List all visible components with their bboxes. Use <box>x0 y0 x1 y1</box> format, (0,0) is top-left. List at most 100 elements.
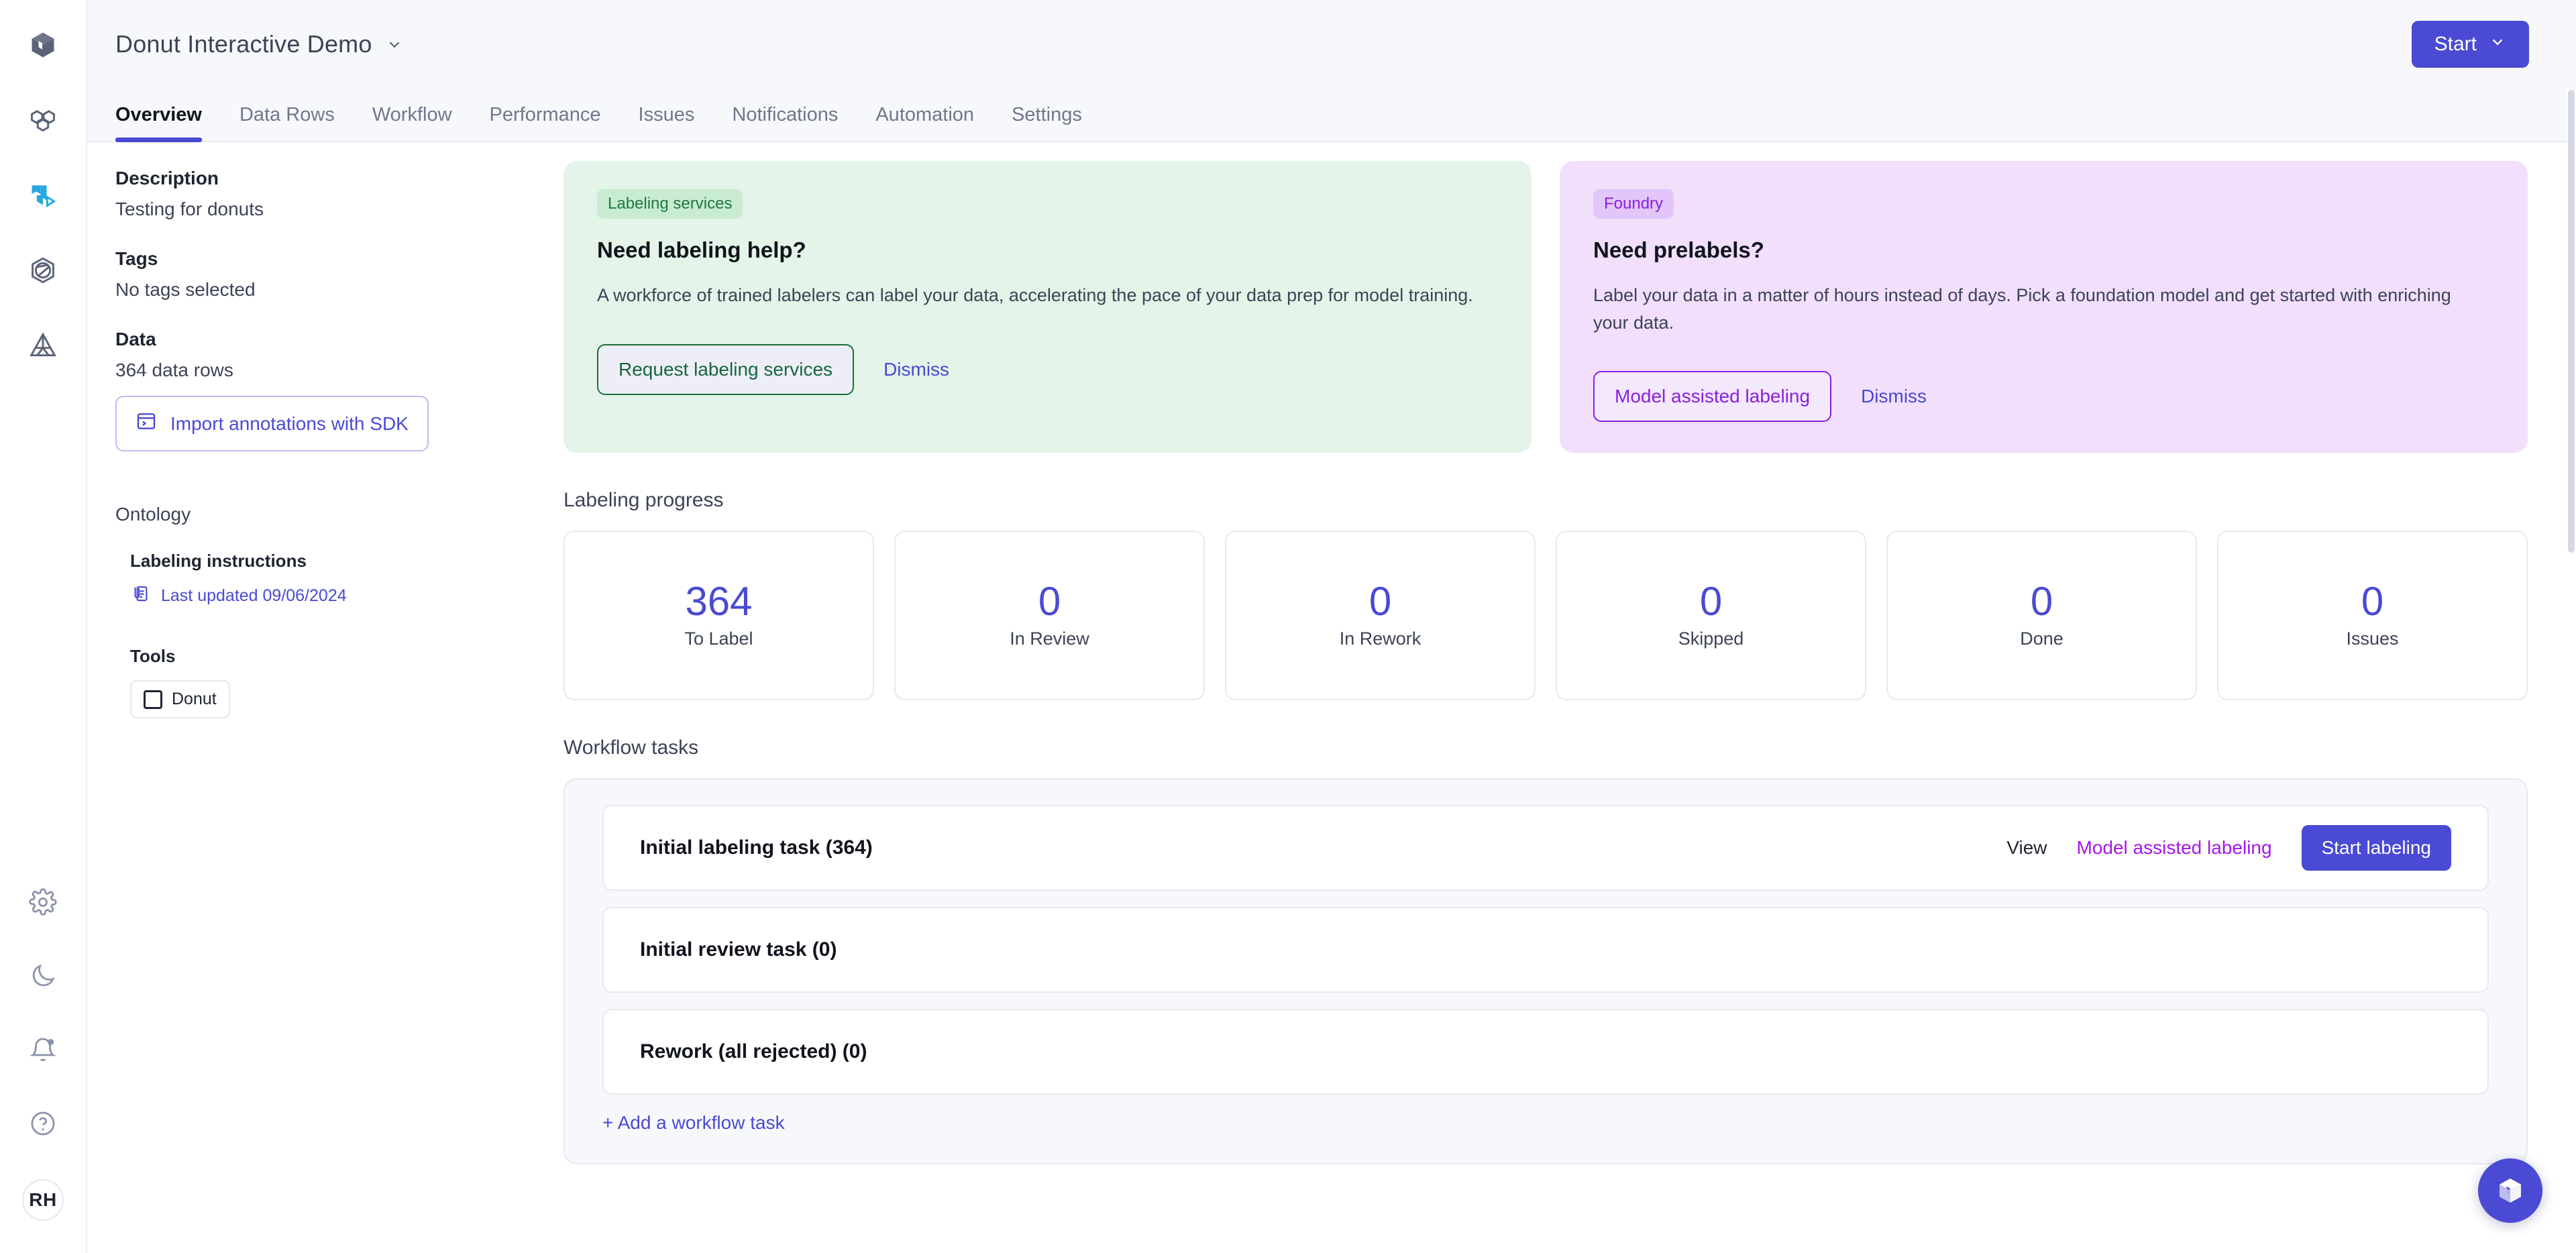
tools-label: Tools <box>130 646 176 666</box>
analytics-triangle-icon[interactable] <box>25 327 61 364</box>
import-annotations-sdk-label: Import annotations with SDK <box>170 413 409 434</box>
ontology-body: Labeling instructions Last updated 09/06… <box>115 551 535 718</box>
data-label: Data <box>115 329 156 349</box>
rail-top-icons <box>25 0 61 364</box>
tags-label: Tags <box>115 248 158 269</box>
app-rail: RH <box>0 0 87 1253</box>
request-labeling-services-button[interactable]: Request labeling services <box>597 343 855 395</box>
workflow-task-row-initial-labeling[interactable]: Initial labeling task (364) View Model a… <box>602 805 2489 891</box>
start-labeling-button[interactable]: Start labeling <box>2301 825 2451 871</box>
promo-title-labeling-services: Need labeling help? <box>597 237 806 262</box>
workflow-task-actions: View Model assisted labeling Start label… <box>2006 825 2451 871</box>
vertical-scrollbar[interactable] <box>2567 90 2576 1253</box>
page-title: Donut Interactive Demo <box>115 30 372 58</box>
tool-chip-donut[interactable]: Donut <box>130 680 230 718</box>
annotate-flag-icon[interactable] <box>25 177 61 213</box>
progress-card-value: 0 <box>1368 579 1392 624</box>
progress-card-label: Skipped <box>1678 629 1744 649</box>
progress-card-label: Issues <box>2346 629 2399 649</box>
data-value: 364 data rows <box>115 360 233 380</box>
import-annotations-sdk-button[interactable]: Import annotations with SDK <box>115 396 429 451</box>
help-circle-icon[interactable] <box>25 1105 61 1142</box>
dismiss-labeling-services-link[interactable]: Dismiss <box>866 345 967 394</box>
document-attachment-icon <box>130 584 150 608</box>
promo-body-foundry: Label your data in a matter of hours ins… <box>1593 285 2451 333</box>
labeling-progress-title: Labeling progress <box>564 489 724 511</box>
workflow-tasks-title: Workflow tasks <box>564 737 699 759</box>
labelbox-cube-icon[interactable] <box>2478 1158 2542 1223</box>
progress-card-in-rework[interactable]: 0 In Rework <box>1225 531 1536 700</box>
rail-bottom-icons: RH <box>0 884 86 1221</box>
progress-card-value: 0 <box>1699 579 1723 624</box>
content-area: Description Testing for donuts Tags No t… <box>87 142 2576 1253</box>
promo-card-foundry: Foundry Need prelabels? Label your data … <box>1560 161 2528 453</box>
tool-chip-label: Donut <box>172 690 217 708</box>
tab-workflow[interactable]: Workflow <box>354 104 471 141</box>
bounding-box-icon <box>144 690 162 709</box>
labeling-instructions-updated: Last updated 09/06/2024 <box>161 586 347 605</box>
tab-notifications[interactable]: Notifications <box>713 104 857 141</box>
moon-icon[interactable] <box>25 958 61 994</box>
project-switcher[interactable]: Donut Interactive Demo <box>115 30 403 58</box>
labeling-progress-cards: 364 To Label 0 In Review 0 In Rework 0 S… <box>564 531 2528 700</box>
dismiss-foundry-link[interactable]: Dismiss <box>1843 372 1944 421</box>
catalog-cube-icon[interactable] <box>25 27 61 63</box>
add-workflow-task-link[interactable]: + Add a workflow task <box>602 1112 785 1134</box>
progress-card-value: 0 <box>2361 579 2384 624</box>
progress-card-in-review[interactable]: 0 In Review <box>894 531 1205 700</box>
progress-card-to-label[interactable]: 364 To Label <box>564 531 874 700</box>
model-assisted-labeling-button[interactable]: Model assisted labeling <box>1593 371 1832 422</box>
project-details-panel: Description Testing for donuts Tags No t… <box>87 142 564 1253</box>
start-button[interactable]: Start <box>2411 21 2529 68</box>
promo-actions: Model assisted labeling Dismiss <box>1593 371 2494 422</box>
view-link[interactable]: View <box>2006 837 2047 859</box>
tab-data-rows[interactable]: Data Rows <box>221 104 354 141</box>
page: Donut Interactive Demo Start Overview Da… <box>87 0 2576 1253</box>
workflow-task-name: Initial labeling task (364) <box>640 836 873 859</box>
model-shapes-icon[interactable] <box>25 102 61 138</box>
promo-actions: Request labeling services Dismiss <box>597 343 1498 395</box>
progress-card-value: 0 <box>2030 579 2053 624</box>
tab-issues[interactable]: Issues <box>620 104 714 141</box>
chevron-down-icon <box>2489 33 2506 56</box>
tab-bar: Overview Data Rows Workflow Performance … <box>87 89 2576 142</box>
promo-cards: Labeling services Need labeling help? A … <box>564 161 2528 453</box>
chevron-down-icon <box>386 36 403 53</box>
workflow-tasks-panel: Initial labeling task (364) View Model a… <box>564 778 2528 1164</box>
progress-card-label: In Rework <box>1339 629 1421 649</box>
tags-value: No tags selected <box>115 279 256 300</box>
promo-body-labeling-services: A workforce of trained labelers can labe… <box>597 285 1473 305</box>
avatar[interactable]: RH <box>22 1179 64 1221</box>
progress-card-issues[interactable]: 0 Issues <box>2217 531 2528 700</box>
tab-overview[interactable]: Overview <box>115 104 221 142</box>
tab-settings[interactable]: Settings <box>993 104 1101 141</box>
foundry-hexagon-icon[interactable] <box>25 252 61 288</box>
progress-card-label: In Review <box>1010 629 1089 649</box>
workflow-task-name: Rework (all rejected) (0) <box>640 1040 867 1063</box>
promo-pill-labeling-services: Labeling services <box>597 189 743 219</box>
progress-card-value: 364 <box>685 579 753 624</box>
progress-card-label: To Label <box>684 629 753 649</box>
bell-icon[interactable] <box>25 1032 61 1068</box>
overview-main: Labeling services Need labeling help? A … <box>564 142 2576 1253</box>
start-button-label: Start <box>2434 33 2477 55</box>
workflow-task-name: Initial review task (0) <box>640 938 837 961</box>
tab-automation[interactable]: Automation <box>857 104 993 141</box>
promo-pill-foundry: Foundry <box>1593 189 1674 219</box>
ontology-label: Ontology <box>115 504 191 525</box>
labeling-instructions-label: Labeling instructions <box>130 551 307 571</box>
model-assisted-labeling-link[interactable]: Model assisted labeling <box>2077 837 2272 859</box>
workflow-task-row-initial-review[interactable]: Initial review task (0) <box>602 907 2489 993</box>
workflow-task-row-rework[interactable]: Rework (all rejected) (0) <box>602 1009 2489 1095</box>
progress-card-value: 0 <box>1038 579 1061 624</box>
promo-card-labeling-services: Labeling services Need labeling help? A … <box>564 161 1532 453</box>
gear-icon[interactable] <box>25 884 61 920</box>
description-value: Testing for donuts <box>115 199 264 219</box>
tab-performance[interactable]: Performance <box>471 104 620 141</box>
topbar: Donut Interactive Demo Start <box>87 0 2576 89</box>
labeling-instructions-link[interactable]: Last updated 09/06/2024 <box>130 584 535 608</box>
progress-card-skipped[interactable]: 0 Skipped <box>1556 531 1866 700</box>
progress-card-done[interactable]: 0 Done <box>1886 531 2197 700</box>
promo-title-foundry: Need prelabels? <box>1593 237 1764 262</box>
